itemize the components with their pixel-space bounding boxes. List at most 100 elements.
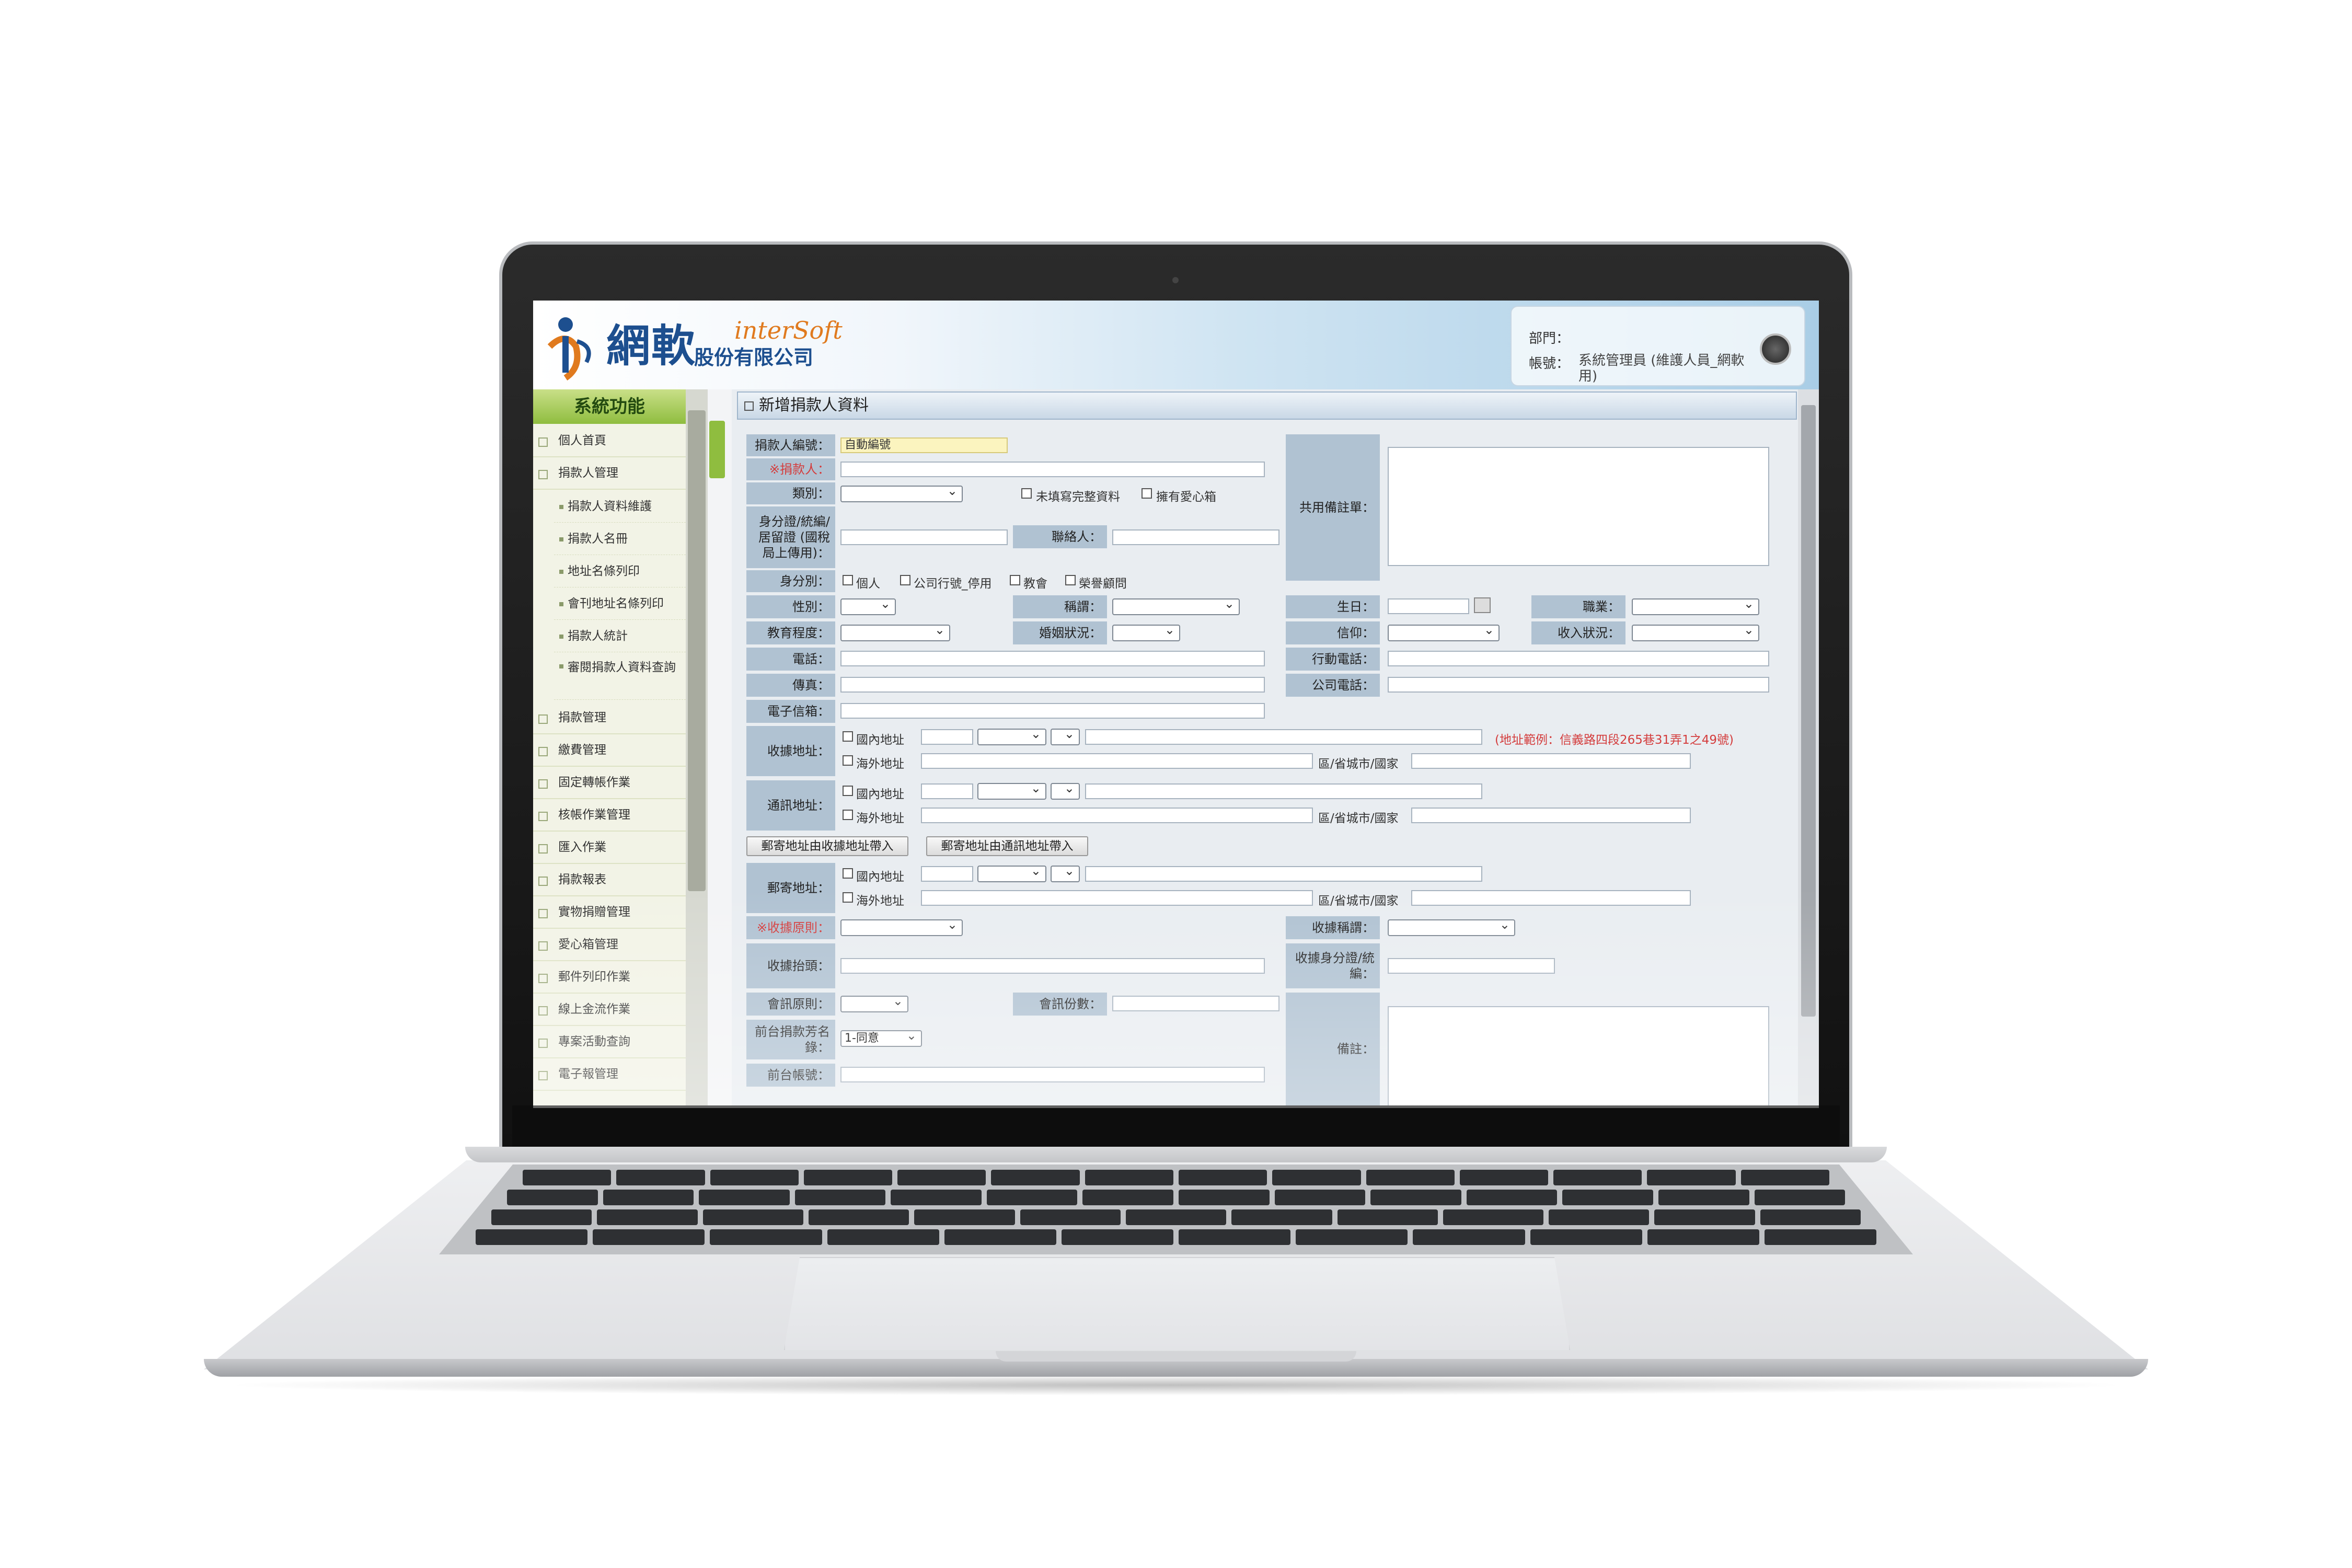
religion-select[interactable] — [1388, 622, 1500, 641]
sidebar-scrollbar[interactable] — [686, 389, 708, 1105]
contact-city-select[interactable] — [977, 781, 1046, 800]
fax-input[interactable] — [840, 677, 1265, 693]
contact-address-input[interactable] — [1085, 783, 1482, 799]
id-number-input[interactable] — [840, 529, 1008, 545]
mailing-city-select[interactable] — [977, 863, 1046, 882]
sidebar-item-home[interactable]: 個人首頁 — [533, 425, 686, 457]
copy-from-contact-button[interactable]: 郵寄地址由通訊地址帶入 — [926, 836, 1088, 856]
mailing-address-input[interactable] — [1085, 866, 1482, 882]
contact-district-select[interactable] — [1051, 781, 1080, 800]
content-scrollbar[interactable] — [1798, 389, 1819, 1105]
logout-power-icon[interactable] — [1760, 333, 1791, 365]
mobile-input[interactable] — [1388, 651, 1769, 666]
mailing-district-select[interactable] — [1051, 863, 1080, 882]
sidebar: 系統功能 個人首頁 捐款人管理 捐款人資料維護 捐款人名冊 地址名條列印 會刊地… — [533, 389, 687, 1105]
sidebar-subitem-donor-maintenance[interactable]: 捐款人資料維護 — [554, 491, 686, 523]
phone-input[interactable] — [840, 651, 1265, 666]
lovebox-checkbox[interactable] — [1142, 488, 1152, 499]
receipt-header-input[interactable] — [840, 958, 1265, 974]
sidebar-item-donation-management[interactable]: 捐款管理 — [533, 702, 686, 734]
job-select[interactable] — [1632, 596, 1759, 615]
calendar-icon[interactable] — [1474, 597, 1491, 613]
income-select[interactable] — [1632, 622, 1759, 641]
sidebar-subitem-review-query[interactable]: 審閱捐款人資料查詢 — [554, 653, 686, 700]
mailing-overseas-input[interactable] — [921, 890, 1313, 906]
receipt-overseas-input[interactable] — [921, 753, 1313, 769]
mailing-overseas-checkbox[interactable] — [843, 892, 853, 903]
receipt-district-select[interactable] — [1051, 727, 1080, 745]
receipt-title-select[interactable] — [1388, 917, 1515, 936]
sidebar-item-payment-management[interactable]: 繳費管理 — [533, 734, 686, 767]
title-select[interactable] — [1112, 596, 1240, 615]
contact-overseas-checkbox[interactable] — [843, 810, 853, 820]
mailing-domestic-checkbox[interactable] — [843, 868, 853, 879]
company-phone-input[interactable] — [1388, 677, 1769, 693]
donor-name-input[interactable] — [840, 462, 1265, 477]
sidebar-item-donor-management[interactable]: 捐款人管理 — [533, 457, 686, 490]
receipt-address-input[interactable] — [1085, 729, 1482, 745]
receipt-id-input[interactable] — [1388, 958, 1555, 974]
identity-company-checkbox[interactable] — [900, 575, 910, 585]
journal-copies-input[interactable] — [1112, 996, 1279, 1011]
scrollbar-thumb[interactable] — [1801, 405, 1816, 1017]
sidebar-subitem-label: 審閱捐款人資料查詢 — [568, 661, 676, 674]
mailing-zip-input[interactable] — [921, 866, 973, 882]
sidebar-item-label: 核帳作業管理 — [558, 808, 630, 822]
sidebar-item-mail-printing[interactable]: 郵件列印作業 — [533, 961, 686, 994]
mailing-region-input[interactable] — [1411, 890, 1691, 906]
contact-zip-input[interactable] — [921, 783, 973, 799]
birthday-input[interactable] — [1388, 598, 1469, 614]
receipt-domestic-checkbox[interactable] — [843, 731, 853, 742]
sidebar-item-project-query[interactable]: 專案活動查詢 — [533, 1026, 686, 1058]
sidebar-item-reconciliation[interactable]: 核帳作業管理 — [533, 799, 686, 832]
education-label: 教育程度： — [746, 621, 835, 644]
sidebar-subitem-address-labels[interactable]: 地址名條列印 — [554, 556, 686, 587]
copy-from-receipt-button[interactable]: 郵寄地址由收據地址帶入 — [746, 836, 908, 856]
receipt-rule-select[interactable] — [840, 917, 963, 936]
sidebar-item-import[interactable]: 匯入作業 — [533, 832, 686, 864]
sidebar-item-in-kind-donations[interactable]: 實物捐贈管理 — [533, 896, 686, 929]
sidebar-title: 系統功能 — [533, 389, 686, 424]
note-textarea[interactable] — [1388, 1006, 1769, 1105]
receipt-address-label: 收據地址： — [746, 726, 835, 776]
gender-select[interactable] — [840, 596, 896, 615]
expand-box-icon — [538, 747, 548, 756]
receipt-overseas-checkbox[interactable] — [843, 755, 853, 766]
sidebar-item-fixed-transfer[interactable]: 固定轉帳作業 — [533, 767, 686, 799]
receipt-city-select[interactable] — [977, 727, 1046, 745]
donor-id-field: 自動編號 — [840, 437, 1008, 453]
sidebar-item-online-payment[interactable]: 線上金流作業 — [533, 994, 686, 1026]
marital-select[interactable] — [1112, 622, 1180, 641]
collapse-box-icon[interactable] — [744, 401, 754, 411]
sidebar-subitem-donor-roster[interactable]: 捐款人名冊 — [554, 523, 686, 555]
contact-overseas-input[interactable] — [921, 808, 1313, 823]
birthday-label: 生日： — [1286, 595, 1380, 618]
scrollbar-thumb[interactable] — [688, 410, 706, 891]
screen-bezel-bottom — [512, 1105, 1840, 1147]
frontend-account-input[interactable] — [840, 1067, 1265, 1082]
contact-domestic-checkbox[interactable] — [843, 786, 853, 796]
contact-region-input[interactable] — [1411, 808, 1691, 823]
identity-church-checkbox[interactable] — [1010, 575, 1020, 585]
receipt-region-input[interactable] — [1411, 753, 1691, 769]
email-input[interactable] — [840, 703, 1265, 719]
sidebar-item-love-box[interactable]: 愛心箱管理 — [533, 929, 686, 961]
receipt-zip-input[interactable] — [921, 729, 973, 745]
sidebar-item-donation-reports[interactable]: 捐款報表 — [533, 864, 686, 896]
identity-individual-checkbox[interactable] — [843, 575, 853, 585]
education-select[interactable] — [840, 622, 950, 641]
religion-label: 信仰： — [1286, 621, 1380, 644]
sidebar-collapse-tab[interactable] — [709, 421, 725, 478]
type-select[interactable] — [840, 483, 963, 502]
contact-person-input[interactable] — [1112, 529, 1279, 545]
shared-note-textarea[interactable] — [1388, 447, 1769, 566]
incomplete-checkbox[interactable] — [1021, 488, 1032, 499]
identity-advisor-checkbox[interactable] — [1065, 575, 1076, 585]
sidebar-subitem-label: 捐款人統計 — [568, 629, 628, 643]
journal-rule-select[interactable] — [840, 994, 908, 1012]
sidebar-item-newsletter[interactable]: 電子報管理 — [533, 1058, 686, 1091]
frontend-name-select[interactable]: 1-同意 — [840, 1028, 922, 1047]
sidebar-subitem-donor-stats[interactable]: 捐款人統計 — [554, 620, 686, 652]
sidebar-subitem-journal-labels[interactable]: 會刊地址名條列印 — [554, 588, 686, 620]
expand-box-icon — [538, 877, 548, 886]
